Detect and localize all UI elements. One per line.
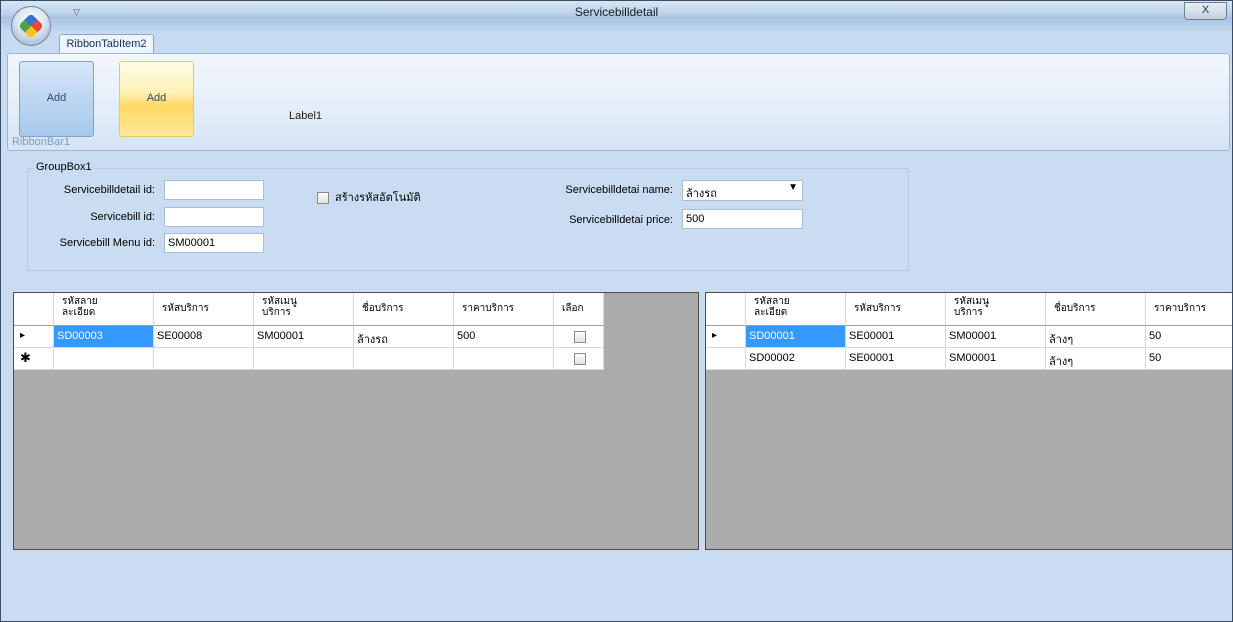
table-cell[interactable]: SD00002 xyxy=(746,348,846,370)
table-cell[interactable]: ล้างๆ xyxy=(1046,326,1146,348)
left-grid-header: รหัสลาย ละเอียด รหัสบริการ รหัสเมนู บริก… xyxy=(14,293,604,326)
table-row[interactable]: ▸ SD00001 SE00001 SM00001 ล้างๆ 50 xyxy=(706,326,1232,348)
row-checkbox[interactable] xyxy=(574,353,586,365)
row-header[interactable] xyxy=(706,348,746,370)
ribbon-group-label: RibbonBar1 xyxy=(12,136,71,148)
add-button-2-label: Add xyxy=(146,92,167,104)
close-button[interactable]: X xyxy=(1184,2,1227,20)
table-row[interactable]: ▸ SD00003 SE00008 SM00001 ล้างรถ 500 xyxy=(14,326,604,348)
table-row[interactable]: SD00002 SE00001 SM00001 ล้างๆ 50 xyxy=(706,348,1232,370)
column-header-menu-code[interactable]: รหัสเมนู บริการ xyxy=(946,293,1046,326)
table-cell[interactable]: SE00008 xyxy=(154,326,254,348)
status-label: Label1 xyxy=(289,110,323,122)
service-name-select[interactable]: ล้างรถ ▼ xyxy=(682,180,803,201)
service-name-value: ล้างรถ xyxy=(686,188,717,200)
menu-id-label: Servicebill Menu id: xyxy=(59,237,155,249)
detail-id-label: Servicebilldetail id: xyxy=(63,184,155,196)
main-window: Servicebilldetail ▽ X RibbonTabItem2 Add… xyxy=(0,0,1233,622)
table-cell[interactable]: 500 xyxy=(454,326,554,348)
add-button-2[interactable]: Add xyxy=(119,61,194,137)
form-groupbox: GroupBox1 Servicebilldetail id: Serviceb… xyxy=(27,161,909,271)
column-header-select[interactable]: เลือก xyxy=(554,293,604,326)
table-cell[interactable]: SM00001 xyxy=(946,348,1046,370)
service-name-label: Servicebilldetai name: xyxy=(565,184,673,196)
table-cell[interactable]: ล้างรถ xyxy=(354,326,454,348)
row-current-indicator-icon[interactable]: ▸ xyxy=(14,326,54,348)
right-data-grid[interactable]: รหัสลาย ละเอียด รหัสบริการ รหัสเมนู บริก… xyxy=(705,292,1232,550)
column-header-menu-code[interactable]: รหัสเมนู บริการ xyxy=(254,293,354,326)
add-button-1-label: Add xyxy=(46,92,67,104)
column-header-service-code[interactable]: รหัสบริการ xyxy=(154,293,254,326)
auto-code-label: สร้างรหัสอัตโนมัติ xyxy=(335,192,421,204)
table-cell[interactable] xyxy=(454,348,554,370)
application-menu-button[interactable] xyxy=(11,6,51,46)
row-checkbox[interactable] xyxy=(574,331,586,343)
table-cell[interactable]: SD00003 xyxy=(54,326,154,348)
table-cell[interactable] xyxy=(54,348,154,370)
ribbon-panel: Add Add RibbonBar1 Label1 xyxy=(7,53,1230,151)
column-header-detail-code[interactable]: รหัสลาย ละเอียด xyxy=(746,293,846,326)
table-cell[interactable]: SE00001 xyxy=(846,348,946,370)
add-button-1[interactable]: Add xyxy=(19,61,94,137)
column-header-service-name[interactable]: ชื่อบริการ xyxy=(354,293,454,326)
table-cell[interactable] xyxy=(154,348,254,370)
column-header-service-price[interactable]: ราคาบริการ xyxy=(454,293,554,326)
table-cell[interactable]: SE00001 xyxy=(846,326,946,348)
title-bar: Servicebilldetail ▽ X xyxy=(1,1,1232,31)
table-cell[interactable]: SD00001 xyxy=(746,326,846,348)
table-cell[interactable]: SM00001 xyxy=(946,326,1046,348)
new-row-asterisk-icon[interactable]: ✱ xyxy=(14,348,54,370)
column-header-service-name[interactable]: ชื่อบริการ xyxy=(1046,293,1146,326)
column-header-service-code[interactable]: รหัสบริการ xyxy=(846,293,946,326)
service-price-label: Servicebilldetai price: xyxy=(569,214,673,226)
ribbon-tab-strip: RibbonTabItem2 xyxy=(1,31,1232,54)
left-grid-corner xyxy=(14,293,54,326)
left-data-grid[interactable]: รหัสลาย ละเอียด รหัสบริการ รหัสเมนู บริก… xyxy=(13,292,699,550)
column-header-detail-code[interactable]: รหัสลาย ละเอียด xyxy=(54,293,154,326)
table-cell[interactable] xyxy=(354,348,454,370)
service-price-input[interactable]: 500 xyxy=(682,209,803,229)
table-cell[interactable]: 50 xyxy=(1146,326,1232,348)
bill-id-input[interactable] xyxy=(164,207,264,227)
checkbox-icon[interactable] xyxy=(317,192,329,205)
menu-id-input[interactable]: SM00001 xyxy=(164,233,264,253)
auto-code-checkbox[interactable]: สร้างรหัสอัตโนมัติ xyxy=(317,188,421,206)
table-cell[interactable]: ล้างๆ xyxy=(1046,348,1146,370)
select-cell[interactable] xyxy=(554,348,604,370)
chevron-down-icon[interactable]: ▼ xyxy=(788,182,798,193)
quick-access-dropdown-icon[interactable]: ▽ xyxy=(73,7,80,18)
row-current-indicator-icon[interactable]: ▸ xyxy=(706,326,746,348)
column-header-service-price[interactable]: ราคาบริการ xyxy=(1146,293,1232,326)
groupbox-title: GroupBox1 xyxy=(34,161,94,173)
right-grid-corner xyxy=(706,293,746,326)
window-title: Servicebilldetail xyxy=(574,5,659,19)
select-cell[interactable] xyxy=(554,326,604,348)
bill-id-label: Servicebill id: xyxy=(90,211,155,223)
right-grid-header: รหัสลาย ละเอียด รหัสบริการ รหัสเมนู บริก… xyxy=(706,293,1232,326)
detail-id-input[interactable] xyxy=(164,180,264,200)
table-cell[interactable] xyxy=(254,348,354,370)
table-row-new[interactable]: ✱ xyxy=(14,348,604,370)
tab-ribbon-item-2[interactable]: RibbonTabItem2 xyxy=(59,34,154,54)
table-cell[interactable]: SM00001 xyxy=(254,326,354,348)
table-cell[interactable]: 50 xyxy=(1146,348,1232,370)
app-logo-icon xyxy=(18,13,44,39)
